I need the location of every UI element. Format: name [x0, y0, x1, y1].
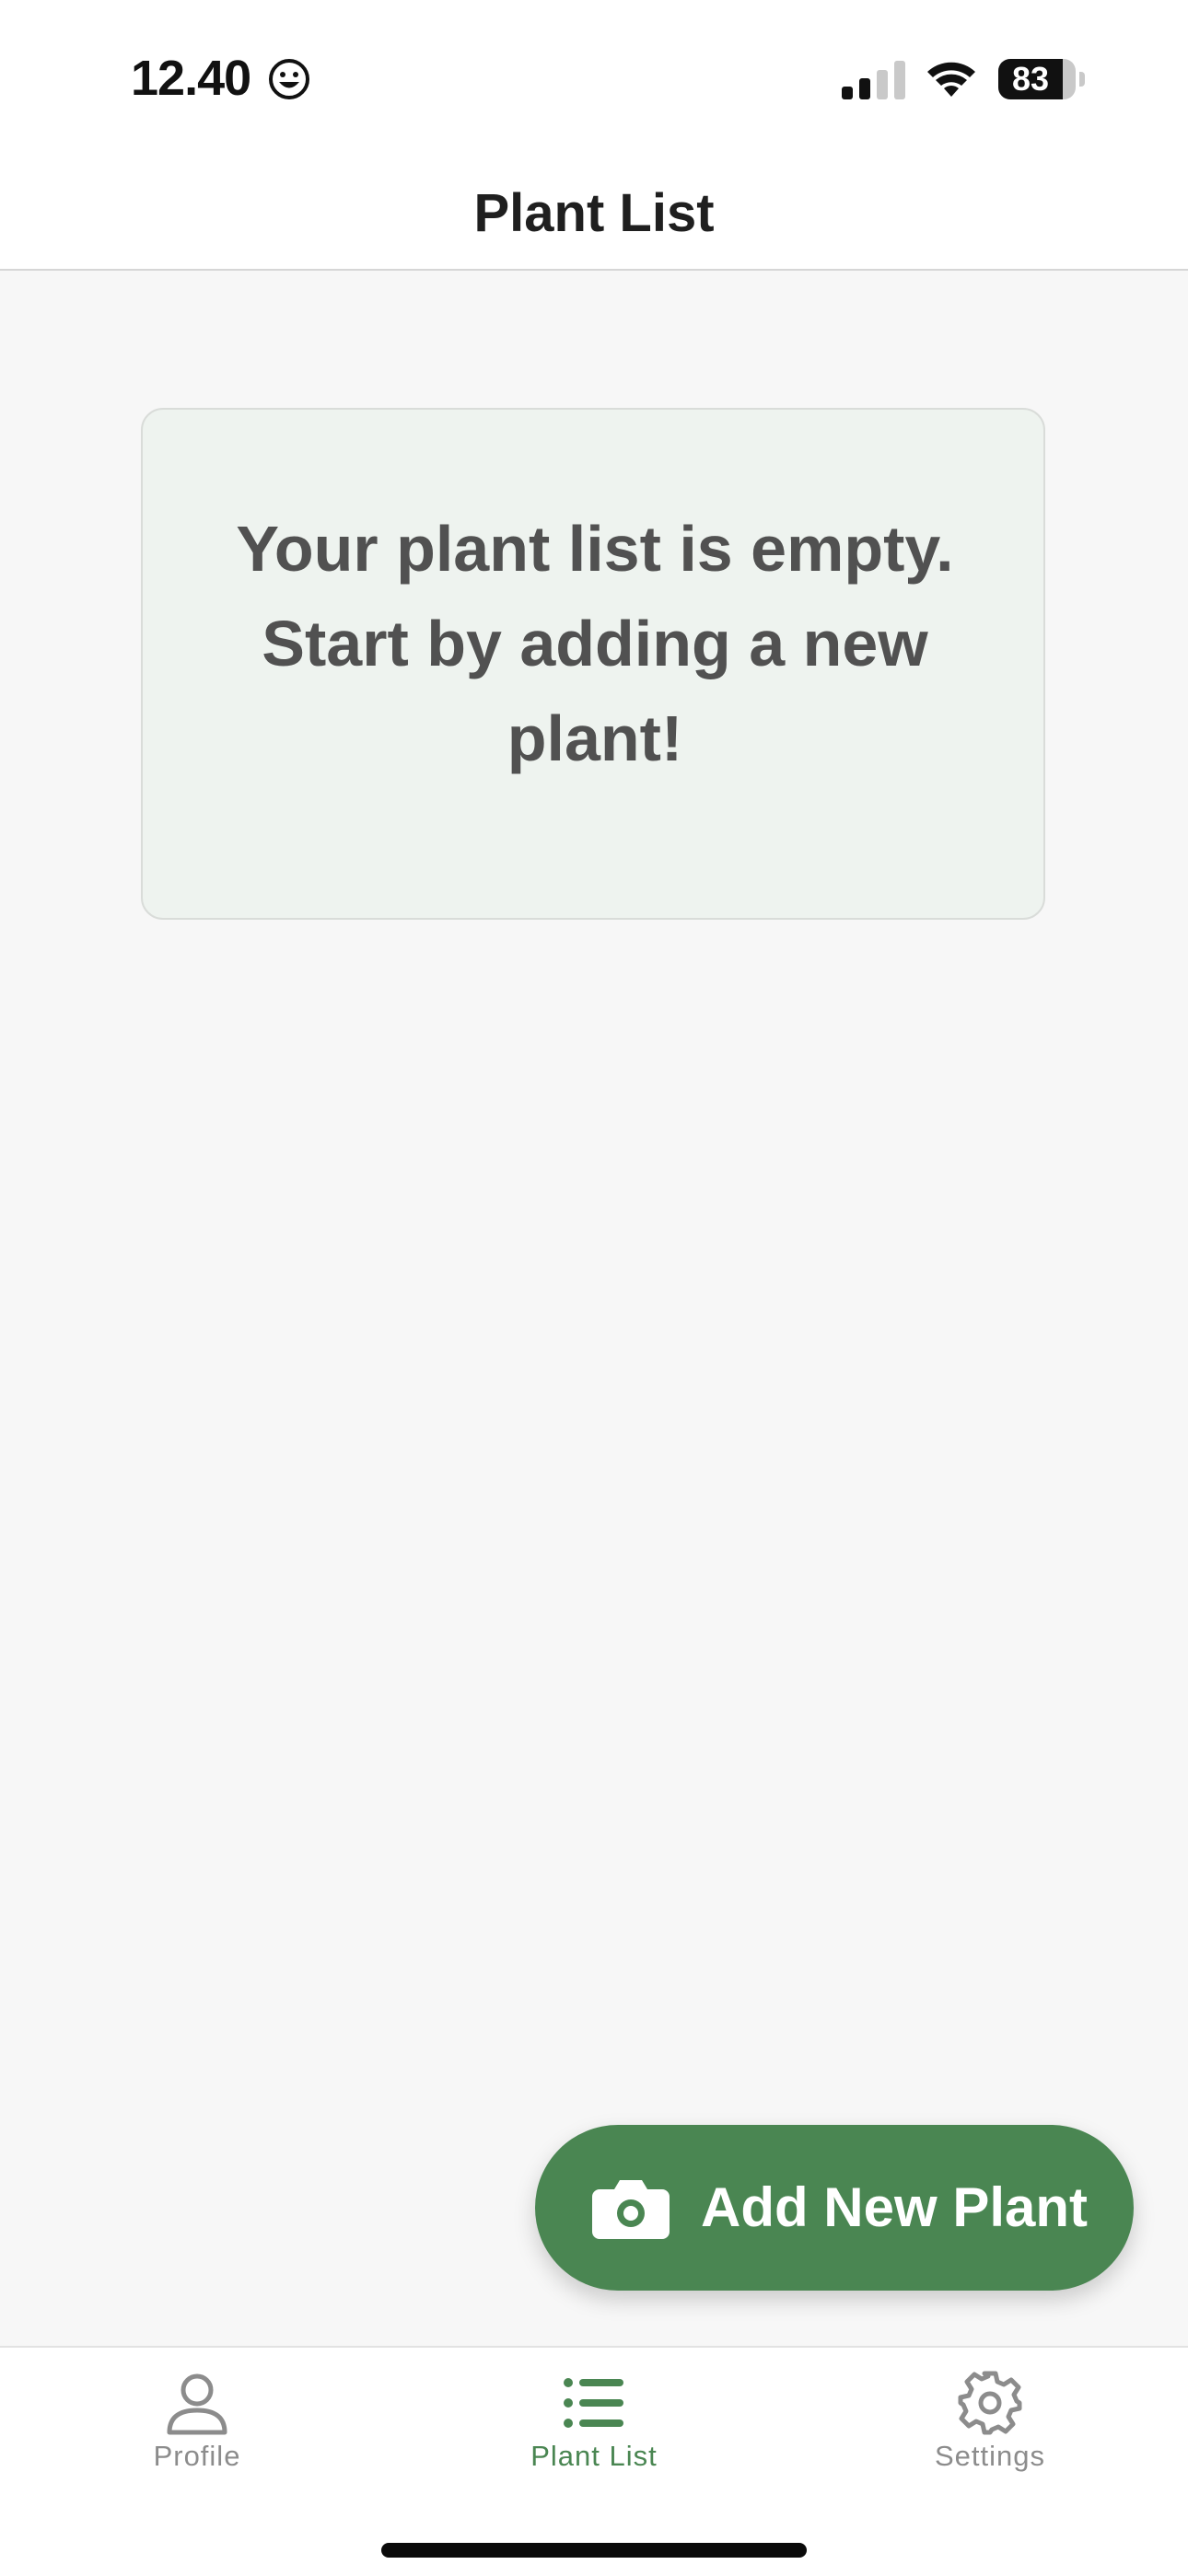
status-time: 12.40: [131, 51, 251, 106]
nav-header: Plant List: [0, 147, 1188, 271]
empty-state-card: Your plant list is empty. Start by addin…: [141, 408, 1045, 920]
battery-tip: [1079, 72, 1085, 87]
add-new-plant-button[interactable]: Add New Plant: [535, 2125, 1134, 2291]
wifi-icon: [927, 62, 975, 97]
tab-bar: Profile Plant List Settings: [0, 2346, 1188, 2576]
battery-icon: 83: [998, 59, 1085, 99]
gear-icon: [958, 2371, 1022, 2435]
list-icon: [564, 2378, 623, 2428]
battery-body: 83: [998, 59, 1076, 99]
camera-icon: [592, 2180, 670, 2239]
tab-settings[interactable]: Settings: [852, 2348, 1128, 2495]
add-new-plant-label: Add New Plant: [701, 2176, 1089, 2238]
tab-plant-list[interactable]: Plant List: [456, 2348, 732, 2495]
status-bar: 12.40 83: [0, 0, 1188, 147]
person-icon: [167, 2373, 227, 2435]
tab-settings-label: Settings: [934, 2440, 1045, 2472]
tab-plant-list-label: Plant List: [530, 2440, 658, 2472]
smiley-icon: [269, 59, 309, 99]
page-title: Plant List: [473, 183, 715, 243]
signal-icon: [842, 61, 905, 99]
tab-profile[interactable]: Profile: [59, 2348, 335, 2495]
battery-level: 83: [1011, 60, 1050, 98]
home-indicator: [381, 2543, 807, 2558]
tab-profile-label: Profile: [153, 2440, 241, 2472]
empty-state-message: Your plant list is empty. Start by addin…: [236, 513, 954, 774]
